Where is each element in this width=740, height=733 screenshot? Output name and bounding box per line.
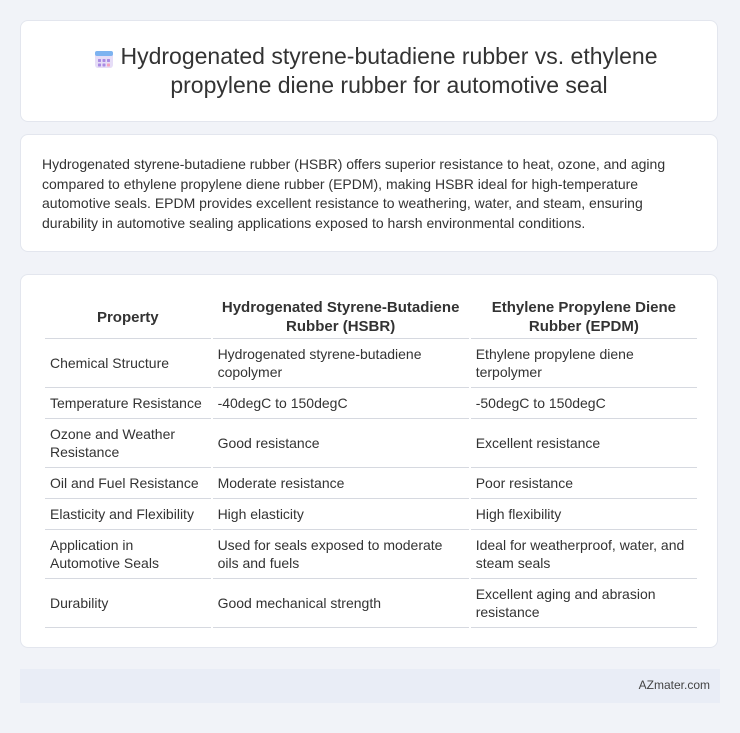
comparison-table-card: Property Hydrogenated Styrene-Butadiene …	[20, 274, 718, 648]
table-row: Application in Automotive Seals Used for…	[45, 530, 697, 579]
cell-property: Oil and Fuel Resistance	[45, 468, 211, 499]
cell-hsbr: Used for seals exposed to moderate oils …	[212, 530, 469, 579]
cell-hsbr: -40degC to 150degC	[212, 388, 469, 419]
cell-property: Temperature Resistance	[45, 388, 211, 419]
cell-property: Ozone and Weather Resistance	[45, 419, 211, 468]
cell-hsbr: Good mechanical strength	[212, 579, 469, 628]
summary-card: Hydrogenated styrene-butadiene rubber (H…	[20, 134, 718, 252]
footer-source: AZmater.com	[638, 678, 710, 692]
cell-property: Application in Automotive Seals	[45, 530, 211, 579]
table-row: Elasticity and Flexibility High elastici…	[45, 499, 697, 530]
page-title: Hydrogenated styrene-butadiene rubber vs…	[120, 43, 658, 98]
cell-property: Durability	[45, 579, 211, 628]
cell-epdm: -50degC to 150degC	[470, 388, 697, 419]
table-row: Durability Good mechanical strength Exce…	[45, 579, 697, 628]
table-header-row: Property Hydrogenated Styrene-Butadiene …	[45, 296, 697, 339]
cell-epdm: Excellent aging and abrasion resistance	[470, 579, 697, 628]
cell-property: Elasticity and Flexibility	[45, 499, 211, 530]
comparison-table: Property Hydrogenated Styrene-Butadiene …	[43, 296, 699, 628]
header-hsbr: Hydrogenated Styrene-Butadiene Rubber (H…	[212, 296, 469, 339]
table-row: Chemical Structure Hydrogenated styrene-…	[45, 339, 697, 388]
summary-text: Hydrogenated styrene-butadiene rubber (H…	[42, 156, 666, 231]
cell-epdm: High flexibility	[470, 499, 697, 530]
cell-epdm: Ideal for weatherproof, water, and steam…	[470, 530, 697, 579]
header-epdm: Ethylene Propylene Diene Rubber (EPDM)	[470, 296, 697, 339]
cell-hsbr: Moderate resistance	[212, 468, 469, 499]
header-property: Property	[45, 296, 211, 339]
cell-hsbr: High elasticity	[212, 499, 469, 530]
footer-bar: AZmater.com	[20, 669, 720, 703]
cell-epdm: Ethylene propylene diene terpolymer	[470, 339, 697, 388]
title-card: Hydrogenated styrene-butadiene rubber vs…	[20, 20, 718, 122]
cell-epdm: Poor resistance	[470, 468, 697, 499]
table-row: Ozone and Weather Resistance Good resist…	[45, 419, 697, 468]
table-row: Temperature Resistance -40degC to 150deg…	[45, 388, 697, 419]
table-row: Oil and Fuel Resistance Moderate resista…	[45, 468, 697, 499]
cell-property: Chemical Structure	[45, 339, 211, 388]
cell-epdm: Excellent resistance	[470, 419, 697, 468]
cell-hsbr: Hydrogenated styrene-butadiene copolymer	[212, 339, 469, 388]
cell-hsbr: Good resistance	[212, 419, 469, 468]
